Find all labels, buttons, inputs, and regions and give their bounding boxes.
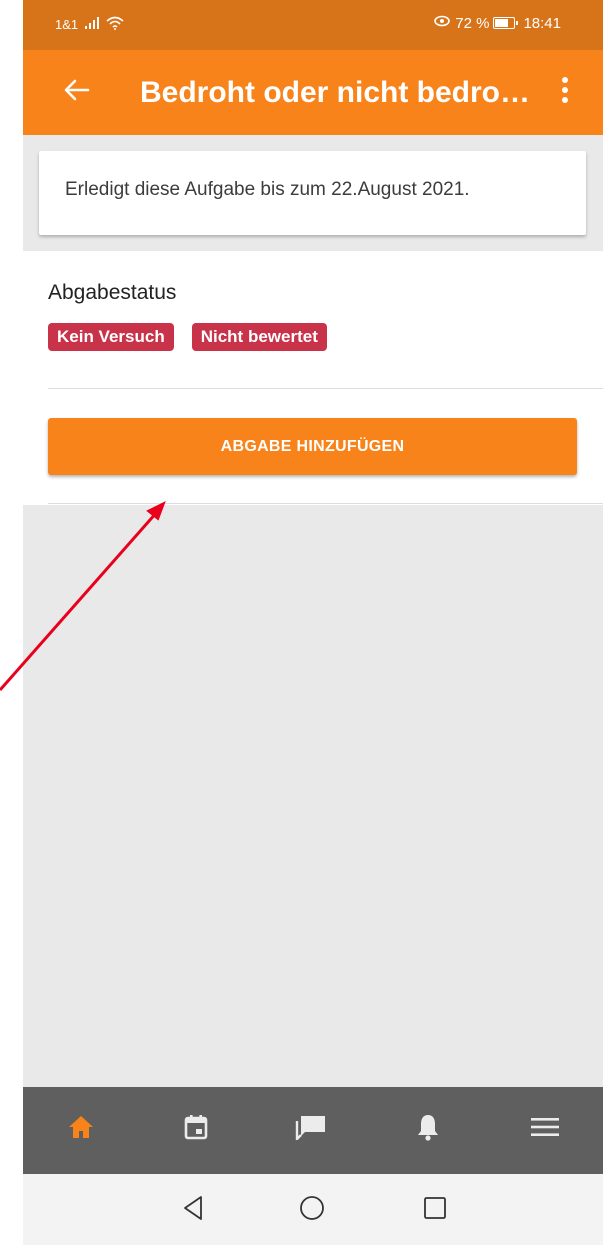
calendar-icon [184,1114,208,1145]
empty-area [23,505,603,1087]
due-date-card: Erledigt diese Aufgabe bis zum 22.August… [39,151,586,235]
wifi-icon [106,16,124,33]
status-badges: Kein Versuch Nicht bewertet [48,323,327,351]
app-screen: 1&1 72 % 18:41 Bedroht oder nicht bedro…… [23,0,603,1245]
submission-section: Abgabestatus Kein Versuch Nicht bewertet… [23,251,603,505]
signal-icon [84,16,100,33]
status-badge-grading: Nicht bewertet [191,323,327,351]
nav-calendar[interactable] [176,1109,216,1149]
system-home-button[interactable] [294,1192,330,1228]
system-navigation-bar [23,1174,603,1245]
carrier-label: 1&1 [55,17,79,32]
back-triangle-icon [182,1195,204,1226]
nav-messages[interactable] [291,1109,331,1149]
due-date-area: Erledigt diese Aufgabe bis zum 22.August… [23,135,603,251]
more-vertical-icon [561,76,569,108]
divider [48,388,603,389]
bell-icon [416,1113,440,1146]
divider [48,503,603,504]
messages-icon [295,1114,327,1145]
battery-icon [493,17,519,29]
status-badge-attempt: Kein Versuch [48,323,174,351]
clock: 18:41 [523,14,561,32]
page-title: Bedroht oder nicht bedro… [140,76,530,109]
home-circle-icon [299,1195,325,1226]
recents-square-icon [423,1196,447,1225]
menu-icon [531,1117,559,1142]
nav-more[interactable] [525,1109,565,1149]
status-bar-left: 1&1 [55,16,124,33]
arrow-left-icon [64,79,90,106]
home-icon [67,1114,95,1145]
system-back-button[interactable] [175,1192,211,1228]
app-bar: Bedroht oder nicht bedro… [23,50,603,135]
back-button[interactable] [55,70,99,114]
due-date-text: Erledigt diese Aufgabe bis zum 22.August… [65,179,470,200]
nav-notifications[interactable] [408,1109,448,1149]
status-bar-right: 72 % 18:41 [433,14,561,32]
add-submission-button[interactable]: ABGABE HINZUFÜGEN [48,418,577,475]
status-bar: 1&1 72 % 18:41 [23,0,603,50]
eye-comfort-icon [433,14,451,32]
bottom-navigation [23,1087,603,1174]
nav-home[interactable] [61,1109,101,1149]
system-recents-button[interactable] [417,1192,453,1228]
submission-status-heading: Abgabestatus [48,281,177,304]
battery-percent: 72 % [455,14,490,32]
overflow-menu-button[interactable] [547,70,583,114]
